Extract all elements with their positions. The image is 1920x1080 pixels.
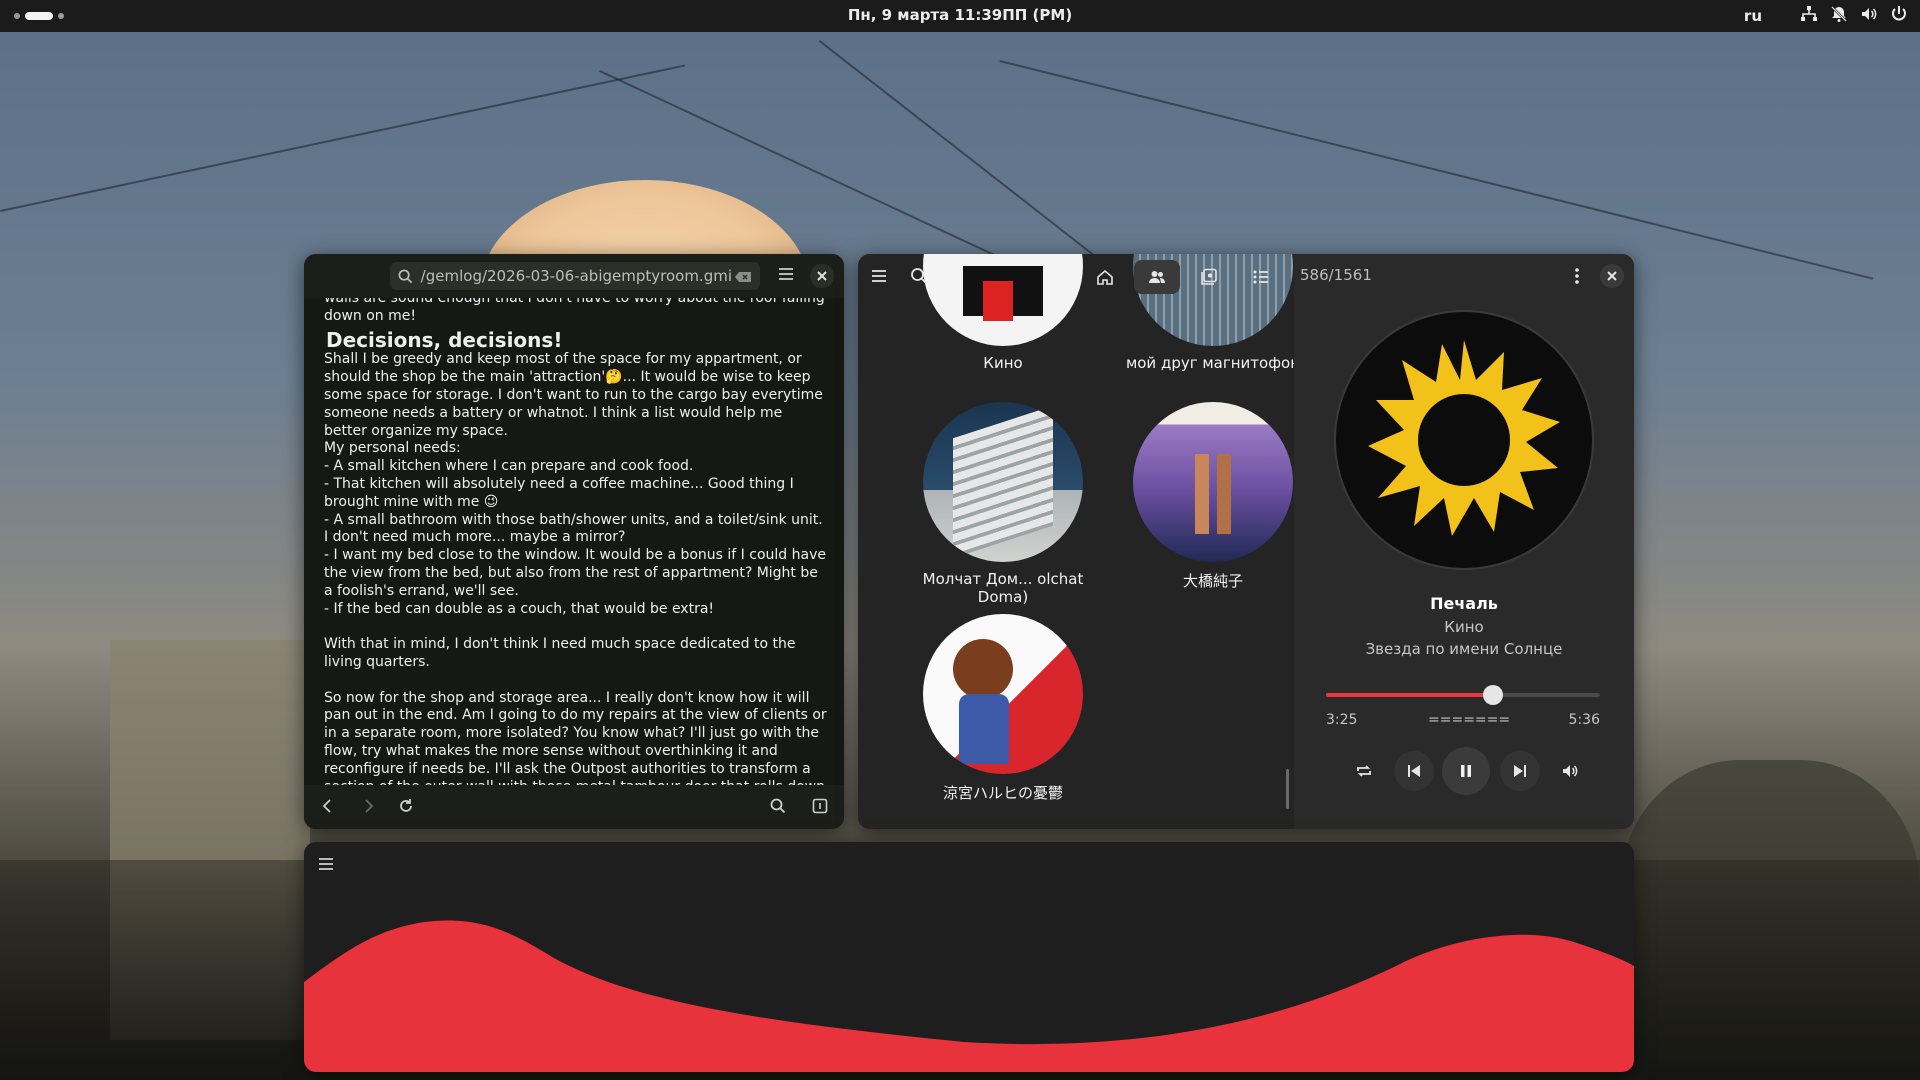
player-header: 586/1561 [858,254,1634,298]
section-heading: Decisions, decisions! [326,327,563,352]
tab-artists[interactable] [1134,260,1180,294]
album-cover [923,614,1083,774]
track-title: Печаль [1430,594,1498,613]
paragraph: My personal needs: [324,440,461,457]
paragraph: - A small kitchen where I can prepare an… [324,458,694,475]
sun-eclipse-icon [1368,340,1560,536]
album-cover [923,402,1083,562]
repeat-button[interactable] [1344,751,1384,791]
tab-playlists[interactable] [1238,260,1284,294]
music-player-window: Кино мой друг магнитофон Молчат Дом... o… [858,254,1634,829]
clock[interactable]: Пн, 9 марта 11:39ПП (PM) [0,6,1920,24]
url-bar[interactable]: ze/gemlog/2026-03-06-abigemptyroom.gmi [390,262,760,290]
reload-icon[interactable] [398,798,414,818]
menu-icon[interactable] [778,266,794,286]
more-options-icon[interactable] [1568,267,1586,289]
paragraph: With that in mind, I don't think I need … [324,636,796,670]
album-title: Молчат Дом... olchat Doma) [922,570,1084,606]
total-time: 5:36 [1568,712,1600,728]
forward-icon[interactable] [360,798,376,818]
album-card[interactable]: 涼宮ハルヒの憂鬱 [908,614,1098,803]
album-card[interactable]: Молчат Дом... olchat Doma) [908,402,1098,606]
sidebar-menu-icon[interactable] [870,267,888,289]
home-icon [1097,269,1113,285]
search-icon[interactable] [910,267,928,289]
volume-icon[interactable] [1860,5,1878,27]
tab-home[interactable] [1082,260,1128,294]
time-separator: ======= [1428,712,1511,728]
paragraph: Shall I be greedy and keep most of the s… [324,351,823,439]
browser-footer [304,785,844,829]
album-grid-panel: Кино мой друг магнитофон Молчат Дом... o… [858,254,1300,829]
network-icon[interactable] [1800,5,1818,27]
url-text[interactable]: ze/gemlog/2026-03-06-abigemptyroom.gmi [420,262,732,290]
seek-handle[interactable] [1483,685,1504,705]
playlist-icon [1253,270,1268,284]
album-title: мой друг магнитофон [1125,354,1301,372]
track-album[interactable]: Звезда по имени Солнце [1294,640,1634,658]
repeat-icon [1357,765,1371,777]
audio-visualizer-window [304,842,1634,1072]
clear-url-icon[interactable] [734,262,752,290]
album-card[interactable]: 大橋純子 [1118,402,1308,591]
close-icon[interactable] [810,264,834,288]
paragraph: So now for the shop and storage area... … [324,689,827,785]
next-button[interactable] [1500,751,1540,791]
seek-bar-fill [1326,693,1494,697]
previous-icon [1408,765,1420,777]
artists-icon [1149,271,1165,283]
search-icon [398,262,413,290]
pause-button[interactable] [1442,747,1490,795]
paragraph [324,618,829,636]
track-counter: 586/1561 [1300,266,1372,284]
visualizer-waveform [304,920,1634,1072]
paragraph [324,672,829,690]
close-icon[interactable] [1600,264,1624,288]
tab-albums[interactable] [1186,260,1232,294]
paragraph: - That kitchen will absolutely need a co… [324,475,794,510]
seek-bar[interactable] [1326,685,1600,705]
elapsed-time: 3:25 [1326,712,1358,728]
album-cover [1133,402,1293,562]
previous-button[interactable] [1394,751,1434,791]
notifications-off-icon[interactable] [1830,5,1848,27]
system-tray[interactable]: ru [1744,5,1908,27]
volume-icon [1563,765,1578,777]
next-icon [1514,765,1526,777]
volume-button[interactable] [1550,751,1590,791]
find-icon[interactable] [770,798,786,818]
gemini-browser-window: ze/gemlog/2026-03-06-abigemptyroom.gmi w… [304,254,844,829]
top-bar: Пн, 9 марта 11:39ПП (PM) ru [0,0,1920,32]
album-art-disc [1336,312,1592,568]
track-artist[interactable]: Кино [1294,618,1634,636]
pause-icon [1461,765,1471,777]
power-icon[interactable] [1890,5,1908,27]
page-content: walls are sound enough that I don't have… [324,298,829,785]
paragraph: - I want my bed close to the window. It … [324,547,826,599]
browser-header: ze/gemlog/2026-03-06-abigemptyroom.gmi [304,254,844,298]
scrollbar[interactable] [1286,769,1289,809]
albums-icon [1201,268,1217,285]
paragraph: - If the bed can double as a couch, that… [324,600,715,617]
paragraph: - A small bathroom with those bath/showe… [324,511,823,546]
album-title: 涼宮ハルヒの憂鬱 [942,784,1063,802]
back-icon[interactable] [320,798,336,818]
album-title: Кино [983,354,1023,372]
album-title: 大橋純子 [1182,572,1243,590]
intro-text: walls are sound enough that I don't have… [324,298,825,324]
tabs-icon[interactable] [812,798,828,818]
keyboard-language[interactable]: ru [1744,7,1762,25]
